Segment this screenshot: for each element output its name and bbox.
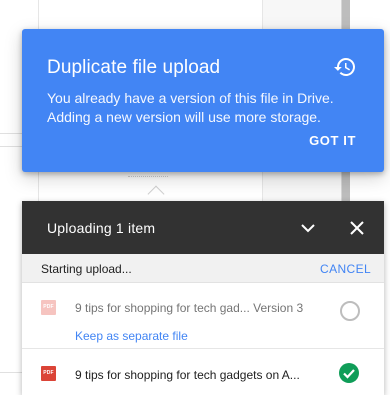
pending-status-icon	[340, 301, 360, 321]
cancel-upload-button[interactable]: CANCEL	[320, 262, 371, 276]
background-divider	[0, 372, 22, 373]
upload-panel-title: Uploading 1 item	[47, 220, 156, 236]
check-circle-icon	[338, 362, 360, 384]
upload-file-row: PDF 9 tips for shopping for tech gadgets…	[22, 349, 384, 395]
dialog-message: You already have a version of this file …	[47, 90, 334, 125]
pdf-icon: PDF	[41, 300, 56, 315]
history-icon	[333, 55, 357, 79]
duplicate-upload-dialog: Duplicate file upload You already have a…	[22, 29, 384, 172]
chevron-down-icon[interactable]	[298, 218, 318, 238]
background-divider	[0, 146, 22, 147]
file-name: 9 tips for shopping for tech gad... Vers…	[75, 301, 325, 315]
upload-file-row: PDF 9 tips for shopping for tech gad... …	[22, 283, 384, 349]
file-version: Version 3	[253, 301, 304, 315]
background-divider	[0, 133, 22, 134]
file-name-text: 9 tips for shopping for tech gad...	[75, 301, 250, 315]
keep-as-separate-file-link[interactable]: Keep as separate file	[75, 329, 188, 343]
close-icon[interactable]	[347, 218, 367, 238]
upload-status-bar: Starting upload... CANCEL	[22, 254, 384, 283]
got-it-button[interactable]: GOT IT	[306, 133, 356, 151]
background-tile-detail	[128, 176, 168, 177]
pdf-icon: PDF	[41, 366, 56, 381]
upload-panel: Uploading 1 item Starting upload... CANC…	[22, 201, 384, 395]
dialog-title: Duplicate file upload	[47, 57, 221, 78]
upload-status-text: Starting upload...	[41, 262, 132, 276]
background-left-strip	[0, 0, 22, 395]
upload-panel-header: Uploading 1 item	[22, 201, 384, 254]
file-name: 9 tips for shopping for tech gadgets on …	[75, 368, 300, 382]
